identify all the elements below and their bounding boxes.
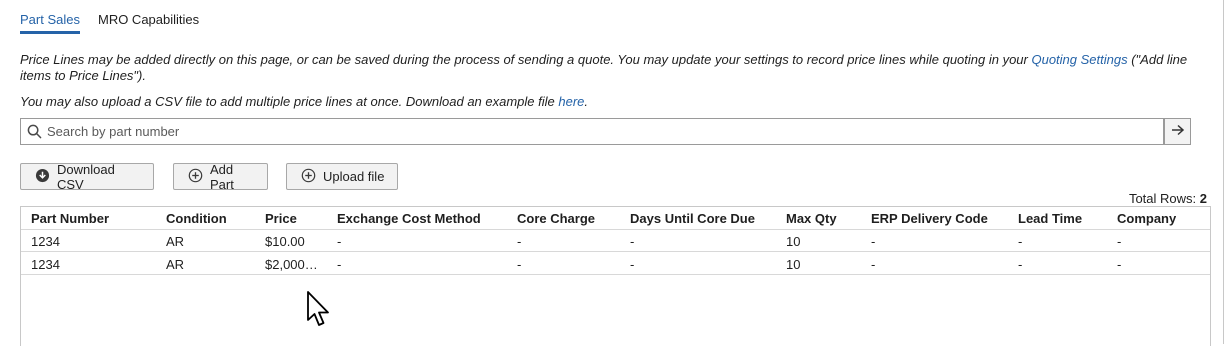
total-rows-count: Total Rows: 2: [1129, 191, 1207, 206]
col-header-exchange-cost-method[interactable]: Exchange Cost Method: [337, 211, 481, 226]
add-part-label: Add Part: [210, 161, 234, 192]
col-header-price[interactable]: Price: [265, 211, 297, 226]
col-header-max-qty[interactable]: Max Qty: [786, 211, 837, 226]
cell-lead-time: -: [1018, 257, 1023, 272]
cell-part-number: 1234: [31, 234, 60, 249]
upload-file-label: Upload file: [323, 169, 385, 184]
upload-file-button[interactable]: Upload file: [286, 163, 398, 190]
col-header-core-charge[interactable]: Core Charge: [517, 211, 595, 226]
csv-note-end: .: [584, 94, 589, 109]
col-header-lead-time[interactable]: Lead Time: [1018, 211, 1082, 226]
cell-part-number: 1234: [31, 257, 60, 272]
search-bar: [20, 118, 1164, 145]
arrow-right-icon: [1171, 124, 1185, 139]
intro-text-start: Price Lines may be added directly on thi…: [20, 52, 1032, 67]
cell-price: $10.00: [265, 234, 305, 249]
cell-condition: AR: [166, 257, 185, 272]
table-header-row: Part Number Condition Price Exchange Cos…: [21, 207, 1210, 230]
csv-upload-note: You may also upload a CSV file to add mu…: [20, 94, 588, 109]
price-lines-table: Part Number Condition Price Exchange Cos…: [20, 206, 1211, 346]
col-header-days-until-core-due[interactable]: Days Until Core Due: [630, 211, 755, 226]
col-header-condition[interactable]: Condition: [166, 211, 227, 226]
download-circle-icon: [35, 168, 50, 186]
col-header-part-number[interactable]: Part Number: [31, 211, 109, 226]
search-input[interactable]: [47, 120, 1163, 143]
total-rows-value: 2: [1199, 191, 1207, 206]
download-csv-button[interactable]: Download CSV: [20, 161, 154, 192]
plus-circle-icon: [301, 168, 316, 186]
cell-days-until-core-due: -: [630, 234, 635, 249]
cell-condition: AR: [166, 234, 185, 249]
table-row[interactable]: 1234 AR $2,000… - - - 10 - - -: [21, 253, 1210, 275]
cell-erp-delivery-code: -: [871, 234, 876, 249]
cell-company: -: [1117, 234, 1122, 249]
cell-max-qty: 10: [786, 257, 801, 272]
cell-price: $2,000…: [265, 257, 318, 272]
cell-lead-time: -: [1018, 234, 1023, 249]
cell-max-qty: 10: [786, 234, 801, 249]
tab-mro-capabilities[interactable]: MRO Capabilities: [98, 12, 199, 34]
page-frame: Part Sales MRO Capabilities Price Lines …: [0, 0, 1224, 346]
cell-core-charge: -: [517, 257, 522, 272]
search-icon: [21, 119, 47, 144]
cell-exchange-cost-method: -: [337, 234, 342, 249]
search-submit-button[interactable]: [1164, 118, 1191, 145]
add-part-button[interactable]: Add Part: [173, 161, 268, 192]
cell-exchange-cost-method: -: [337, 257, 342, 272]
total-rows-label: Total Rows:: [1128, 191, 1197, 206]
download-csv-label: Download CSV: [57, 161, 115, 192]
cell-erp-delivery-code: -: [871, 257, 876, 272]
quoting-settings-link[interactable]: Quoting Settings: [1031, 52, 1127, 67]
mouse-pointer-icon: [306, 290, 332, 331]
cell-company: -: [1117, 257, 1122, 272]
example-file-link[interactable]: here: [558, 94, 584, 109]
table-row[interactable]: 1234 AR $10.00 - - - 10 - - -: [21, 230, 1210, 252]
cell-days-until-core-due: -: [630, 257, 635, 272]
price-lines-intro: Price Lines may be added directly on thi…: [20, 52, 1210, 84]
cell-core-charge: -: [517, 234, 522, 249]
tab-bar: Part Sales MRO Capabilities: [20, 12, 199, 34]
csv-note-text: You may also upload a CSV file to add mu…: [20, 94, 559, 109]
plus-circle-icon: [188, 168, 203, 186]
col-header-erp-delivery-code[interactable]: ERP Delivery Code: [871, 211, 988, 226]
col-header-company[interactable]: Company: [1117, 211, 1176, 226]
tab-part-sales[interactable]: Part Sales: [20, 12, 80, 34]
